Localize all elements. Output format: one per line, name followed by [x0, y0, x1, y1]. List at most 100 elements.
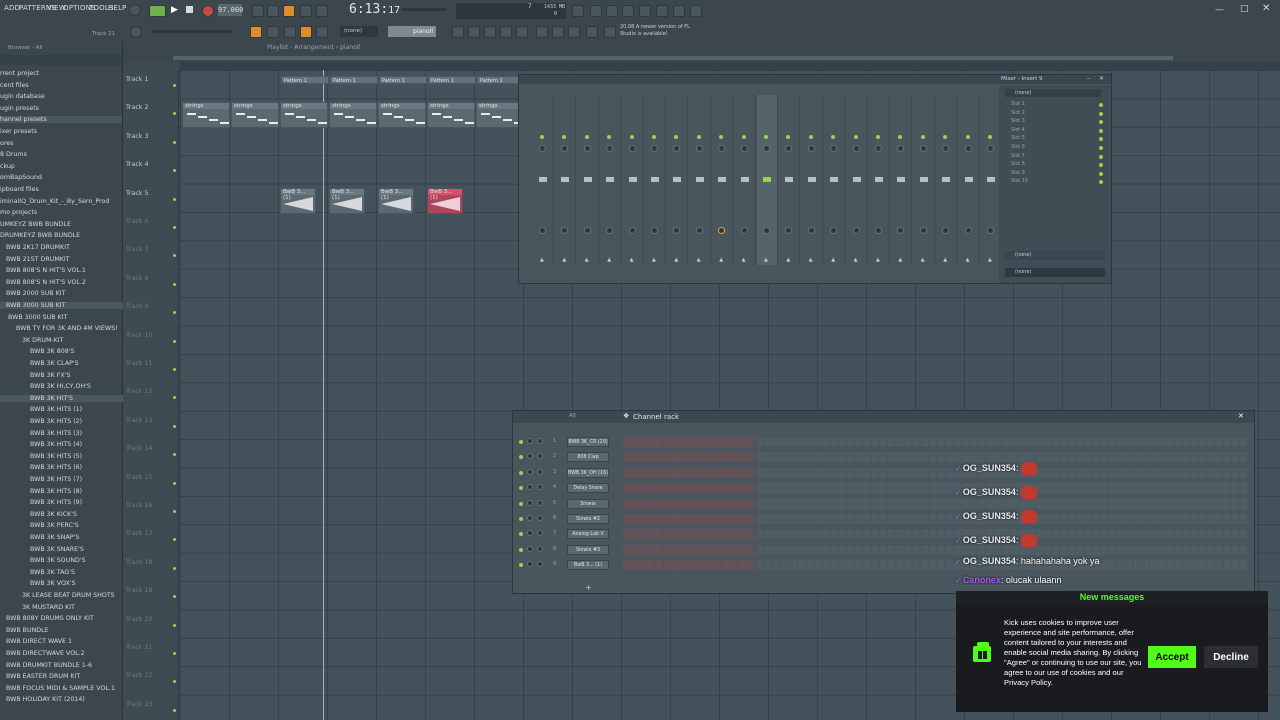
channel-rack-titlebar[interactable]: All ❖ Channel rack ✕ — [513, 411, 1254, 423]
channel-pan-knob[interactable] — [527, 515, 533, 521]
mixer-strip[interactable]: ▲ — [891, 95, 913, 265]
browser-item[interactable]: BWB 3K HITS (8) — [0, 488, 82, 495]
channel-name-button[interactable]: Analog Lab V — [567, 529, 609, 540]
pan-knob[interactable] — [651, 145, 658, 152]
pan-knob[interactable] — [830, 145, 838, 152]
route-arrow-icon[interactable]: ▲ — [854, 257, 858, 263]
step-sequencer[interactable] — [623, 498, 755, 509]
plugin-picker-icon[interactable] — [568, 26, 580, 38]
track-header[interactable]: Track 19 — [126, 587, 153, 594]
cut-icon[interactable] — [590, 5, 602, 17]
track-mute-led[interactable] — [173, 510, 176, 513]
pan-knob[interactable] — [673, 145, 681, 152]
effect-slot[interactable]: Slot 2 — [1003, 110, 1103, 118]
stereo-knob[interactable] — [919, 227, 927, 234]
stereo-knob[interactable] — [807, 227, 815, 234]
pan-knob[interactable] — [628, 145, 636, 152]
help-icon[interactable] — [622, 5, 634, 17]
channel-name-button[interactable]: Sinwix #2 — [567, 514, 609, 524]
track-mute-led[interactable] — [173, 424, 176, 428]
track-header[interactable]: Track 18 — [126, 559, 153, 566]
volume-fader[interactable] — [897, 177, 906, 182]
pan-knob[interactable] — [875, 145, 882, 152]
step-sequencer-ext[interactable] — [757, 498, 1247, 509]
mixer-strip[interactable]: ▲ — [824, 95, 846, 265]
stereo-knob[interactable] — [987, 227, 994, 234]
stereo-knob[interactable] — [695, 227, 703, 234]
channel-volume-knob[interactable] — [537, 530, 543, 537]
channel-row[interactable]: 1 BWB 3K_CR (20) — [513, 435, 1254, 449]
route-arrow-icon[interactable]: ▲ — [562, 257, 566, 263]
strip-enable-led[interactable] — [741, 135, 746, 139]
track-header[interactable]: Track 3 — [126, 133, 149, 140]
timeline-ruler[interactable] — [180, 62, 1280, 70]
menu-help[interactable]: HELP — [108, 4, 127, 12]
update-hint[interactable]: 20.08 A newer version of FL — [620, 24, 690, 30]
channel-row[interactable]: 5 Sinwix — [513, 497, 1254, 511]
route-arrow-icon[interactable]: ▲ — [697, 257, 701, 263]
route-arrow-icon[interactable]: ▲ — [988, 257, 992, 263]
track-mute-led[interactable] — [173, 84, 176, 87]
channel-volume-knob[interactable] — [537, 468, 543, 475]
track-mute-led[interactable] — [173, 481, 176, 485]
channel-volume-knob[interactable] — [537, 561, 543, 568]
volume-fader[interactable] — [651, 177, 659, 182]
volume-fader[interactable] — [695, 177, 704, 182]
mic-icon[interactable] — [606, 5, 618, 17]
mixer-strip[interactable]: ▲ — [712, 95, 734, 265]
slot-enable-led[interactable] — [1099, 171, 1103, 176]
mixer-icon[interactable] — [500, 26, 512, 38]
channel-name-button[interactable]: BwB 3... (1) — [567, 560, 609, 571]
effect-slot[interactable]: Slot 6 — [1003, 144, 1103, 152]
browser-item[interactable]: BWB 3K HITS (2) — [0, 418, 82, 425]
browser-item[interactable]: 8 Drums — [0, 151, 27, 158]
pan-knob[interactable] — [740, 145, 748, 152]
pitch-slider[interactable] — [152, 30, 232, 33]
browser-item[interactable]: 3K LEASE BEAT DRUM SHOTS — [0, 592, 115, 599]
pan-knob[interactable] — [539, 145, 546, 152]
step-sequencer[interactable] — [623, 544, 755, 555]
channel-volume-knob[interactable] — [537, 545, 543, 552]
playhead[interactable] — [323, 70, 324, 720]
strip-enable-led[interactable] — [584, 135, 589, 139]
browser-item[interactable]: BWB 2K17 DRUMKIT — [0, 244, 70, 251]
effect-slot[interactable]: Slot 3 — [1003, 118, 1103, 126]
volume-fader[interactable] — [673, 177, 682, 182]
mixer-strip[interactable]: ▲ — [869, 95, 890, 265]
track-mute-led[interactable] — [173, 254, 176, 258]
metronome-icon[interactable] — [252, 5, 264, 17]
track-header[interactable]: Track 17 — [126, 530, 153, 537]
browser-item[interactable]: BWB DIRECT WAVE 1 — [0, 638, 72, 645]
track-mute-led[interactable] — [173, 140, 176, 144]
track-header[interactable]: Track 11 — [126, 360, 153, 367]
route-arrow-icon[interactable]: ▲ — [809, 257, 813, 263]
record-icon[interactable] — [202, 5, 214, 17]
menu-add[interactable]: ADD — [4, 4, 20, 12]
stereo-knob[interactable] — [583, 227, 591, 234]
track-mute-led[interactable] — [173, 453, 176, 457]
step-sequencer-ext[interactable] — [757, 437, 1247, 447]
browser-item[interactable]: BWB 3000 SUB KIT — [0, 314, 67, 321]
mixer-strip[interactable]: ▲ — [936, 95, 958, 265]
browser-item[interactable]: rrent project — [0, 70, 39, 77]
browser-item[interactable]: hannel presets — [0, 116, 122, 124]
route-arrow-icon[interactable]: ▲ — [921, 257, 925, 263]
pattern-clip[interactable]: Pattern 1 — [281, 76, 329, 84]
track-header[interactable]: Track 9 — [126, 303, 149, 310]
step-sequencer-ext[interactable] — [757, 452, 1247, 463]
minimize-icon[interactable]: — — [1215, 5, 1224, 15]
play-icon[interactable]: ▶ — [171, 5, 178, 15]
volume-fader[interactable] — [807, 177, 816, 182]
track-mute-led[interactable] — [173, 566, 176, 570]
channel-name-button[interactable]: BWB 3K_OH (16) — [567, 467, 609, 478]
pan-knob[interactable] — [852, 145, 860, 152]
piano-roll-icon[interactable] — [468, 26, 480, 38]
chat-username[interactable]: OG_SUN354 — [963, 463, 1016, 473]
strip-enable-led[interactable] — [898, 135, 903, 139]
audio-clip[interactable]: BwB 3... (1) — [427, 188, 463, 214]
mixer-minimize-icon[interactable]: – — [1087, 75, 1090, 82]
pencil-icon[interactable] — [284, 26, 296, 38]
master-volume-slider[interactable] — [402, 8, 446, 11]
channel-mute-led[interactable] — [519, 532, 523, 537]
route-arrow-icon[interactable]: ▲ — [652, 257, 656, 263]
